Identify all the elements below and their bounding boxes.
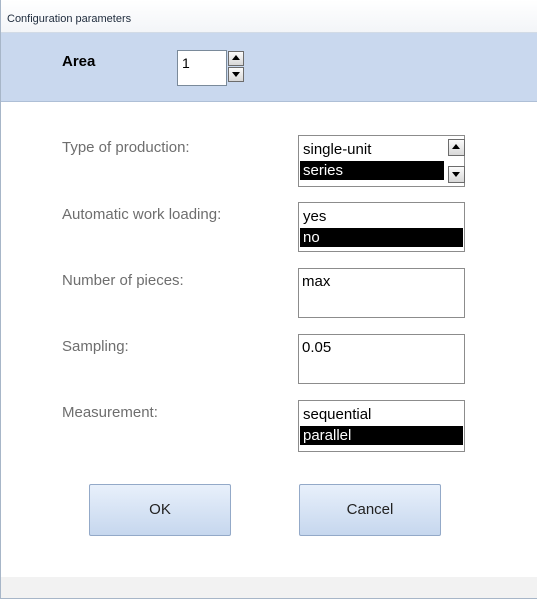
production-option-single-unit[interactable]: single-unit — [300, 140, 444, 159]
area-decrement-button[interactable] — [228, 67, 244, 82]
measurement-label: Measurement: — [62, 404, 158, 421]
sampling-input[interactable]: 0.05 — [298, 334, 465, 384]
configuration-window: Configuration parameters Area 1 Type of … — [0, 0, 537, 599]
pieces-input[interactable]: max — [298, 268, 465, 318]
ok-button[interactable]: OK — [89, 484, 231, 536]
work-loading-listbox[interactable]: yes no — [298, 202, 465, 252]
work-loading-option-yes[interactable]: yes — [300, 207, 463, 226]
production-option-series[interactable]: series — [300, 161, 444, 180]
production-scroll-down-button[interactable] — [448, 166, 465, 183]
window-title: Configuration parameters — [7, 13, 132, 25]
pieces-value[interactable]: max — [302, 273, 330, 290]
arrow-down-icon — [452, 172, 460, 177]
area-label: Area — [62, 53, 96, 70]
measurement-listbox[interactable]: sequential parallel — [298, 400, 465, 452]
work-loading-label: Automatic work loading: — [62, 206, 222, 223]
arrow-down-icon — [232, 72, 240, 77]
cancel-button[interactable]: Cancel — [299, 484, 441, 536]
measurement-option-parallel[interactable]: parallel — [300, 426, 463, 445]
work-loading-option-no[interactable]: no — [300, 228, 463, 247]
area-header: Area 1 — [1, 33, 537, 102]
measurement-option-sequential[interactable]: sequential — [300, 405, 463, 424]
arrow-up-icon — [452, 144, 460, 149]
arrow-up-icon — [232, 55, 240, 60]
footer-bar — [1, 577, 537, 598]
area-increment-button[interactable] — [228, 51, 244, 66]
production-listbox[interactable]: single-unit series — [298, 135, 465, 187]
pieces-label: Number of pieces: — [62, 272, 184, 289]
production-label: Type of production: — [62, 139, 190, 156]
area-stepper[interactable]: 1 — [177, 50, 227, 86]
title-bar: Configuration parameters — [1, 0, 537, 33]
area-value[interactable]: 1 — [182, 55, 190, 71]
sampling-label: Sampling: — [62, 338, 129, 355]
sampling-value[interactable]: 0.05 — [302, 339, 331, 356]
production-scroll-up-button[interactable] — [448, 139, 465, 156]
